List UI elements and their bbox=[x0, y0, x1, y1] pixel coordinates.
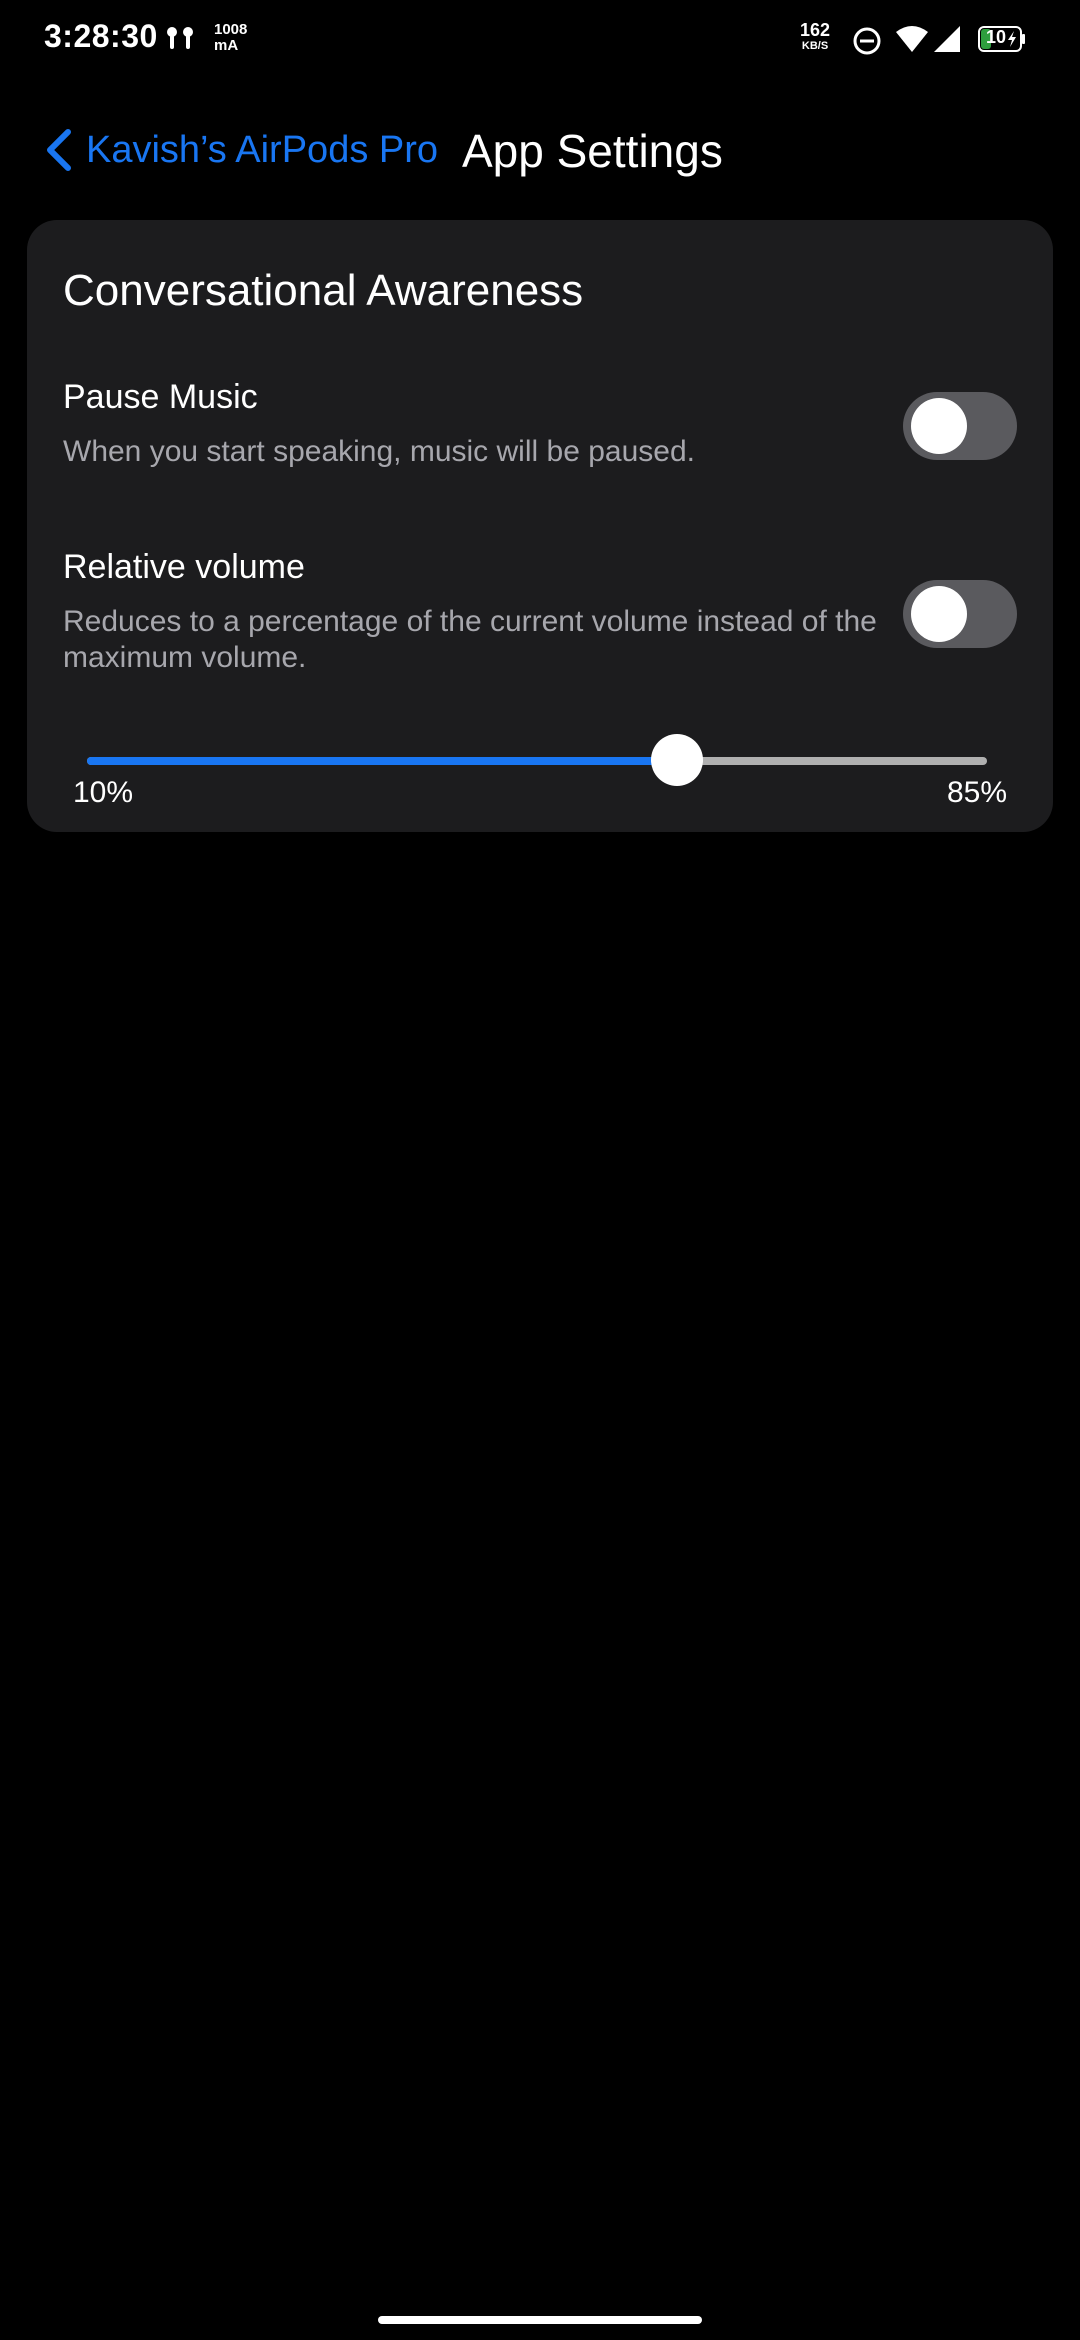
slider-thumb[interactable] bbox=[650, 734, 703, 786]
slider-track-fill bbox=[87, 757, 677, 765]
back-button-label: Kavish’s AirPods Pro bbox=[86, 128, 439, 171]
relative-volume-description: Reduces to a percentage of the current v… bbox=[63, 605, 877, 674]
status-bar: 3:28:30 1008 mA 162 KB/S 10 bbox=[0, 0, 1080, 80]
conversational-awareness-card: Conversational Awareness Pause Music Whe… bbox=[27, 220, 1053, 832]
pause-music-toggle[interactable] bbox=[903, 392, 1017, 460]
chevron-left-icon bbox=[47, 129, 71, 171]
toggle-knob bbox=[911, 398, 967, 454]
home-indicator[interactable] bbox=[378, 2316, 702, 2324]
slider-min-label: 10% bbox=[73, 776, 134, 809]
pause-music-description: When you start speaking, music will be p… bbox=[63, 435, 695, 468]
relative-volume-title: Relative volume bbox=[63, 548, 305, 586]
network-speed: 162 KB/S bbox=[800, 20, 831, 52]
toggle-knob bbox=[911, 586, 967, 642]
battery-level: 10 bbox=[986, 27, 1007, 47]
slider-max-label: 85% bbox=[946, 776, 1007, 809]
do-not-disturb-icon bbox=[853, 27, 881, 55]
section-title: Conversational Awareness bbox=[63, 266, 584, 315]
status-time: 3:28:30 bbox=[44, 18, 158, 54]
pause-music-title: Pause Music bbox=[63, 378, 258, 416]
airpods-icon bbox=[167, 27, 193, 49]
signal-icon bbox=[934, 26, 960, 52]
current-readout: 1008 mA bbox=[214, 21, 248, 54]
wifi-icon bbox=[896, 26, 928, 52]
volume-percentage-slider[interactable] bbox=[87, 730, 987, 790]
relative-volume-toggle[interactable] bbox=[903, 580, 1017, 648]
back-button[interactable]: Kavish’s AirPods Pro bbox=[44, 120, 438, 180]
page-title: App Settings bbox=[462, 125, 723, 177]
